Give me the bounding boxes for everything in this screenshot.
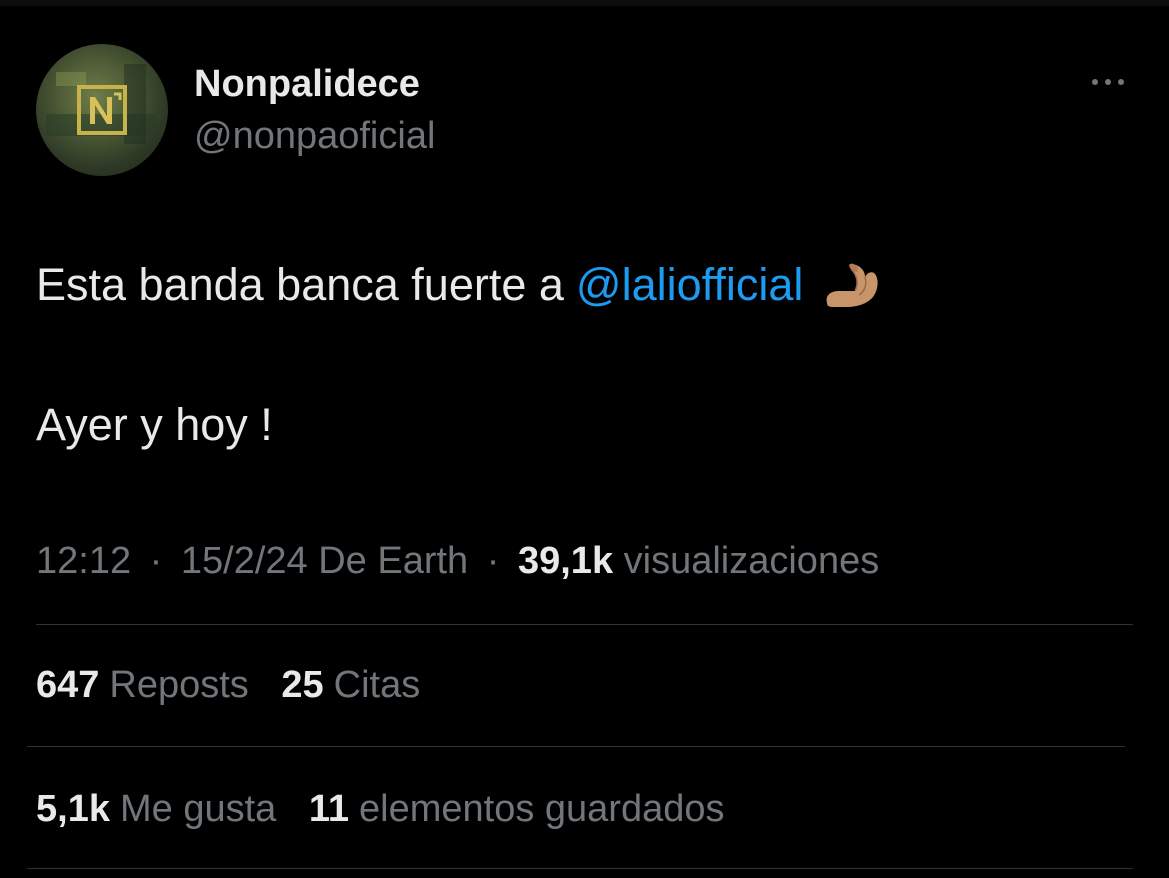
views-count: 39,1k [517, 540, 614, 582]
mention-link[interactable]: @laliofficial [576, 258, 803, 312]
reposts-label: Reposts [109, 664, 249, 706]
quotes-count: 25 [281, 664, 324, 706]
divider [36, 624, 1133, 625]
flexed-biceps-icon [826, 263, 878, 307]
divider [27, 868, 1133, 869]
reposts-count: 647 [36, 664, 100, 706]
nonpalidece-logo-icon [77, 85, 127, 135]
meta-separator: · [486, 540, 500, 582]
more-icon-dot [1092, 79, 1098, 85]
more-options-button[interactable] [1080, 66, 1136, 98]
more-icon-dot [1118, 79, 1124, 85]
more-icon-dot [1105, 79, 1111, 85]
engagement-stats-row-1: 647 Reposts 25 Citas [36, 662, 442, 708]
likes-stat[interactable]: 5,1k Me gusta [36, 786, 276, 832]
tweet-text-line-1: Esta banda banca fuerte a @laliofficial [36, 258, 883, 312]
top-edge [0, 0, 1169, 6]
tweet-source: De Earth [318, 540, 469, 582]
divider [27, 746, 1125, 747]
tweet-text-line-2: Ayer y hoy ! [36, 399, 273, 450]
likes-count: 5,1k [36, 788, 110, 830]
bookmarks-count: 11 [308, 788, 350, 830]
views-label: visualizaciones [623, 540, 880, 582]
user-handle[interactable]: @nonpaoficial [194, 114, 435, 158]
meta-separator: · [149, 540, 163, 582]
display-name[interactable]: Nonpalidece [194, 62, 420, 106]
bookmarks-label: elementos guardados [359, 788, 725, 830]
engagement-stats-row-2: 5,1k Me gusta 11 elementos guardados [36, 786, 747, 832]
quotes-label: Citas [333, 664, 421, 706]
reposts-stat[interactable]: 647 Reposts [36, 662, 249, 708]
tweet-text: Esta banda banca fuerte a [36, 259, 564, 310]
tweet-meta: 12:12 · 15/2/24 De Earth · 39,1k visuali… [36, 538, 879, 584]
likes-label: Me gusta [119, 788, 277, 830]
avatar[interactable] [36, 44, 168, 176]
tweet-time[interactable]: 12:12 [36, 540, 131, 582]
bookmarks-stat[interactable]: 11 elementos guardados [309, 786, 725, 832]
quotes-stat[interactable]: 25 Citas [281, 662, 420, 708]
tweet-date[interactable]: 15/2/24 [181, 540, 308, 582]
